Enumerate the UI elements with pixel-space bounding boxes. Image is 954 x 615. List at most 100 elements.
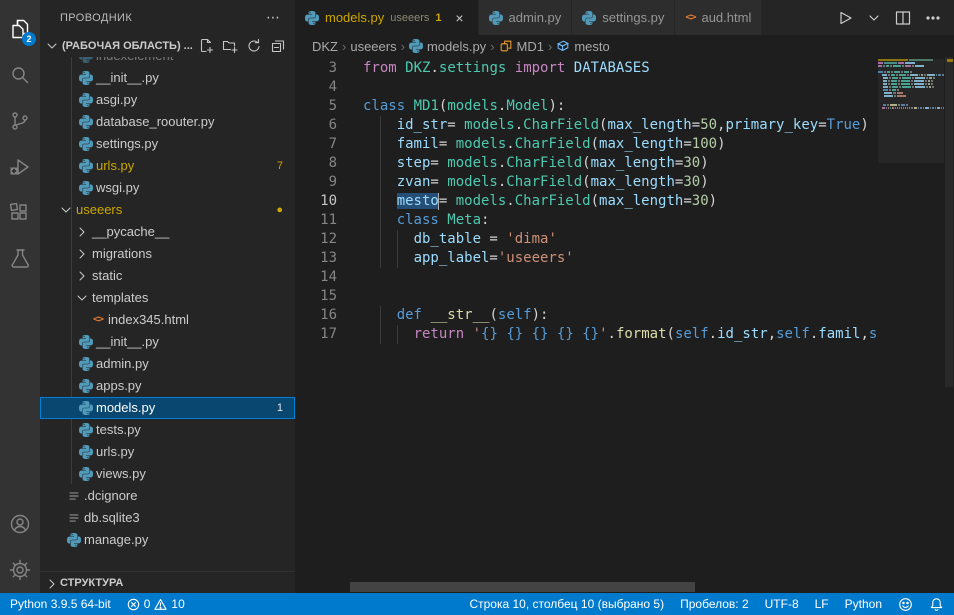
chevron-right-icon [74,268,90,284]
tree-item-.dcignore[interactable]: .dcignore [40,485,295,507]
breadcrumb-item-models.py[interactable]: models.py [409,39,486,54]
run-dropdown-button[interactable] [866,10,882,26]
status-cursor-position[interactable]: Строка 10, столбец 10 (выбрано 5) [469,597,664,611]
tree-item-admin.py[interactable]: admin.py [40,353,295,375]
tree-item-__init__.py[interactable]: __init__.py [40,67,295,89]
error-icon [127,598,140,611]
activity-item-run-debug[interactable] [0,144,40,190]
tree-item-urls.py[interactable]: urls.py7 [40,155,295,177]
tree-item-migrations[interactable]: migrations [40,243,295,265]
code-text: class Meta: [363,212,489,228]
status-indentation[interactable]: Пробелов: 2 [680,597,749,611]
status-python-version[interactable]: Python 3.9.5 64-bit [10,597,111,611]
indent-guide [380,192,381,211]
breadcrumb-item-useeers[interactable]: useeers [350,39,396,54]
horizontal-scrollbar[interactable] [350,582,695,592]
tree-item-templates[interactable]: templates [40,287,295,309]
status-language[interactable]: Python [845,597,882,611]
tree-item-useeers[interactable]: useeers● [40,199,295,221]
new-file-button[interactable] [197,37,215,55]
chevron-right-icon [74,246,90,262]
outline-section-header[interactable]: СТРУКТУРА [40,571,295,593]
token: 30 [683,155,700,171]
code-editor[interactable]: 3from DKZ.settings import DATABASES45cla… [295,57,954,593]
token [464,326,472,342]
breadcrumb-item-mesto[interactable]: mesto [556,39,609,54]
tree-item-views.py[interactable]: views.py [40,463,295,485]
minimap-slider[interactable] [878,59,944,163]
code-line-17: 17return '{} {} {} {} {}'.format(self.id… [295,325,878,344]
tab-models.py[interactable]: models.pyuseeers1× [295,0,479,35]
token [574,326,582,342]
activity-item-account[interactable] [0,501,40,547]
activity-item-search[interactable] [0,52,40,98]
token: = [818,117,826,133]
tree-item-urls.py[interactable]: urls.py [40,441,295,463]
line-number: 10 [295,192,337,211]
search-icon [8,63,32,87]
tree-item-manage.py[interactable]: manage.py [40,529,295,551]
tree-item-label: views.py [96,463,146,485]
status-encoding[interactable]: UTF-8 [765,597,799,611]
tree-item-wsgi.py[interactable]: wsgi.py [40,177,295,199]
workspace-section-actions [197,37,287,55]
token: , [768,326,776,342]
status-problems[interactable]: 010 [127,597,185,611]
activity-item-source-control[interactable] [0,98,40,144]
tree-item-tests.py[interactable]: tests.py [40,419,295,441]
tab-description: useeers [390,12,429,24]
activity-item-extensions[interactable] [0,190,40,236]
tree-item-static[interactable]: static [40,265,295,287]
token: id_str [717,326,768,342]
line-number: 11 [295,211,337,230]
tree-item-asgi.py[interactable]: asgi.py [40,89,295,111]
breadcrumb-label: MD1 [517,39,544,54]
sidebar-more-actions-button[interactable]: ⋯ [266,9,281,26]
breadcrumb-item-DKZ[interactable]: DKZ [312,39,338,54]
tab-aud.html[interactable]: <>aud.html [675,0,762,35]
minimap[interactable] [878,59,944,110]
tab-label: settings.py [602,10,664,25]
breadcrumb-item-MD1[interactable]: MD1 [499,39,544,54]
more-actions-button[interactable] [924,9,942,27]
token: import [515,60,566,76]
workspace-section-header[interactable]: (РАБОЧАЯ ОБЛАСТЬ) ... [40,35,295,57]
python-file-icon [78,334,94,350]
token: zvan [397,174,431,190]
tab-admin.py[interactable]: admin.py [479,0,573,35]
collapse-all-button[interactable] [269,37,287,55]
status-notifications[interactable] [929,597,944,612]
status-eol[interactable]: LF [815,597,829,611]
activity-item-testing[interactable] [0,236,40,282]
new-folder-button[interactable] [221,37,239,55]
run-button[interactable] [836,9,854,27]
split-editor-button[interactable] [894,9,912,27]
refresh-button[interactable] [245,37,263,55]
status-bar-left: Python 3.9.5 64-bit 010 [10,597,185,611]
token: famil [397,136,439,152]
status-feedback[interactable] [898,597,913,612]
line-number: 12 [295,230,337,249]
activity-item-explorer[interactable]: 2 [0,6,40,52]
token: = [481,231,506,247]
tree-item-__init__.py[interactable]: __init__.py [40,331,295,353]
code-line-15: 15 [295,287,878,306]
overview-ruler[interactable] [944,57,954,593]
tree-item-__pycache__[interactable]: __pycache__ [40,221,295,243]
code-line-9: 9zvan= models.CharField(max_length=30) [295,173,878,192]
tree-item-settings.py[interactable]: settings.py [40,133,295,155]
tab-settings.py[interactable]: settings.py [572,0,675,35]
tree-item-models.py[interactable]: models.py1 [40,397,295,419]
tree-item-apps.py[interactable]: apps.py [40,375,295,397]
tree-item-database_roouter.py[interactable]: database_roouter.py [40,111,295,133]
tree-item-index345.html[interactable]: <>index345.html [40,309,295,331]
line-number: 4 [295,78,337,97]
tree-item-indexelement[interactable]: indexelement [40,57,295,67]
activity-item-settings[interactable] [0,547,40,593]
tree-item-db.sqlite3[interactable]: db.sqlite3 [40,507,295,529]
lines-file-icon [66,510,82,526]
status-text: Python 3.9.5 64-bit [10,597,111,611]
token: from [363,60,397,76]
code-line-7: 7famil= models.CharField(max_length=100) [295,135,878,154]
close-icon[interactable]: × [452,10,468,26]
